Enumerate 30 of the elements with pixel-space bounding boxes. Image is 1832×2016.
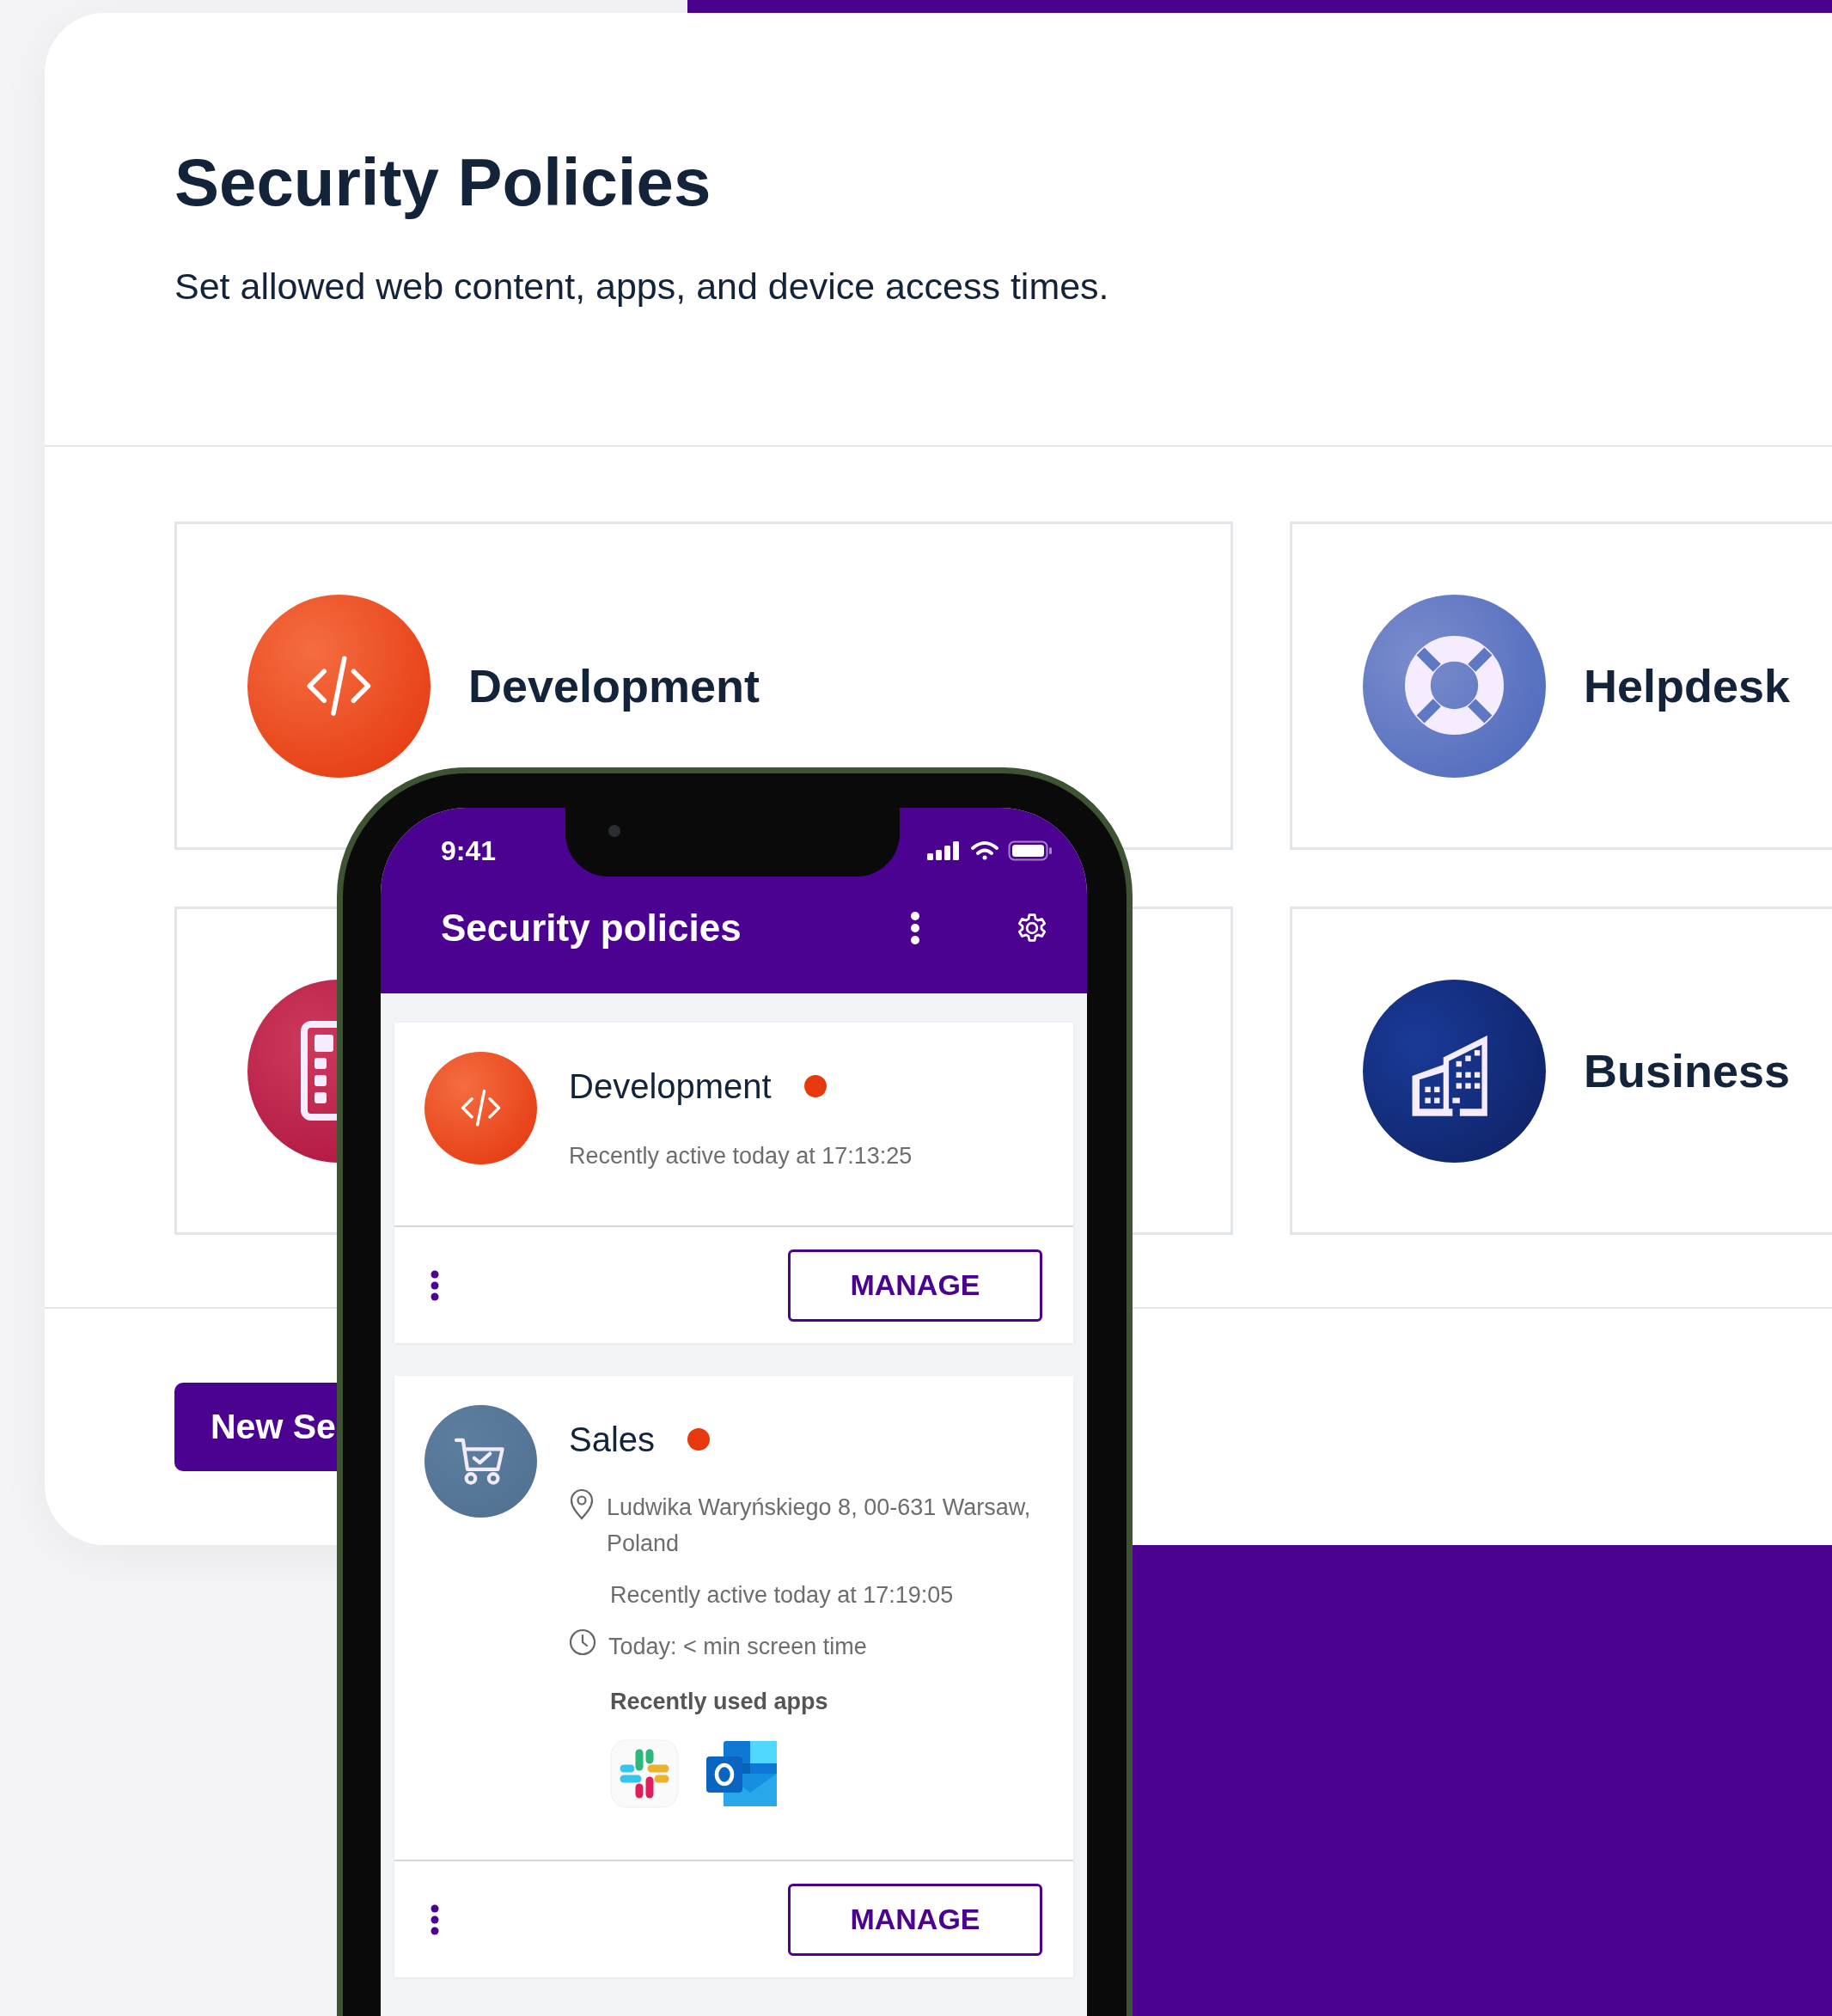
code-icon [460,1089,502,1127]
policy-name: Development [569,1066,772,1106]
code-icon [306,654,372,718]
policy-name: Business [1584,1044,1791,1097]
apps-heading: Recently used apps [610,1689,828,1715]
clock-icon [569,1628,596,1656]
new-policy-button[interactable]: New Se [174,1383,337,1471]
page-subtitle: Set allowed web content, apps, and device access times. [174,266,1110,308]
location-text: Ludwika Waryńskiego 8, 00-631 Warsaw, Poland [607,1494,1032,1558]
policy-tile[interactable]: Helpdesk [1290,522,1832,850]
app-title: Security policies [441,907,742,950]
last-active-text: Recently active today at 17:19:05 [610,1581,954,1610]
lifebuoy-icon [1405,636,1504,736]
policy-tile[interactable]: Business [1290,907,1832,1235]
wifi-icon [970,840,999,861]
manage-button[interactable]: MANAGE [788,1249,1042,1322]
policy-name: Sales [569,1420,656,1459]
policy-name: Helpdesk [1584,659,1791,712]
screen-time-text: Today: < min screen time [608,1633,867,1661]
chat-app-icon[interactable] [610,1739,679,1808]
policy-name: Development [468,659,760,712]
mail-app-icon[interactable] [705,1739,779,1808]
more-menu-icon[interactable] [431,1269,439,1301]
last-active-text: Recently active today at 17:13:25 [569,1142,913,1170]
signal-icon [927,841,962,860]
more-menu-icon[interactable] [431,1903,439,1935]
manage-button[interactable]: MANAGE [788,1883,1042,1956]
battery-icon [1008,840,1053,861]
more-menu-icon[interactable] [910,912,920,944]
location-pin-icon [569,1489,595,1520]
